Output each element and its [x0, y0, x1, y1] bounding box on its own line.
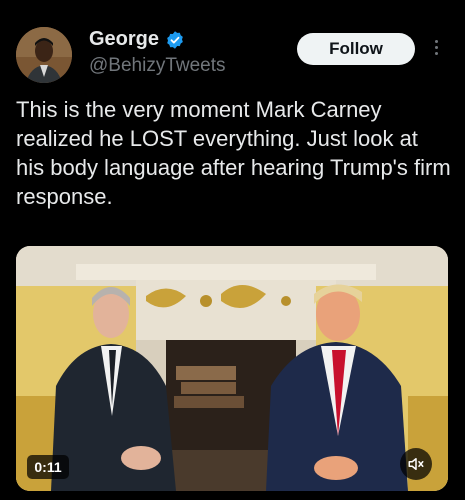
muted-speaker-icon[interactable] [400, 448, 432, 480]
author-handle[interactable]: @BehizyTweets [89, 55, 226, 77]
verified-badge-icon [167, 30, 183, 49]
more-options-icon[interactable] [430, 40, 442, 60]
video-frame [16, 246, 448, 491]
author-display-name[interactable]: George [89, 28, 159, 51]
author-avatar[interactable] [16, 27, 72, 83]
video-duration-badge: 0:11 [27, 455, 69, 479]
tweet-text: This is the very moment Mark Carney real… [16, 97, 451, 209]
video-player[interactable] [16, 246, 448, 491]
follow-button[interactable]: Follow [297, 33, 415, 65]
author-name-row: George [89, 28, 185, 51]
